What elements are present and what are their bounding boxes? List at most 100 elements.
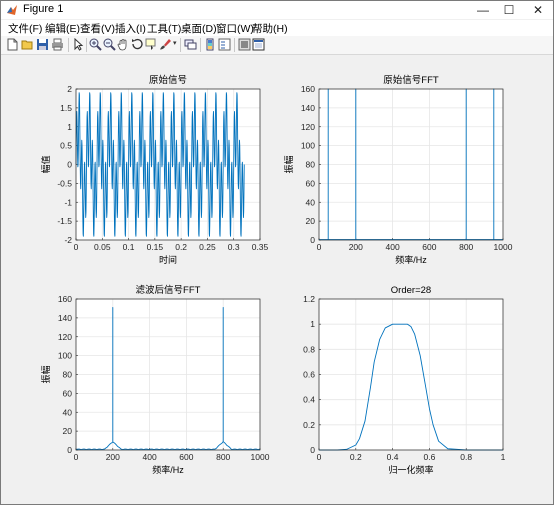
maximize-button[interactable]: ☐ [496, 1, 522, 19]
y-tick-label: 0.4 [303, 395, 315, 405]
menu-file[interactable]: 文件(F) [8, 21, 42, 36]
y-tick-label: 60 [306, 178, 316, 188]
y-tick-label: 100 [301, 141, 315, 151]
brush-icon[interactable] [159, 38, 172, 51]
y-tick-label: -1 [64, 197, 72, 207]
x-tick-label: 0.2 [350, 452, 362, 462]
menu-window[interactable]: 窗口(W) [216, 21, 254, 36]
y-axis-label: 幅值 [40, 155, 51, 173]
toolbar-separator [200, 38, 201, 52]
show-plot-tools-icon[interactable] [252, 38, 265, 51]
x-axis-label: 频率/Hz [395, 254, 427, 265]
x-tick-label: 200 [106, 452, 120, 462]
x-tick-label: 0 [74, 242, 79, 252]
y-tick-label: 0.5 [60, 141, 72, 151]
close-icon: ✕ [532, 3, 544, 17]
x-axis-label: 时间 [159, 254, 177, 265]
y-tick-label: 0 [67, 445, 72, 455]
y-tick-label: 80 [63, 370, 73, 380]
y-tick-label: 1.5 [60, 103, 72, 113]
x-tick-label: 0.6 [423, 452, 435, 462]
save-icon[interactable] [36, 38, 49, 51]
x-tick-label: 0.25 [199, 242, 216, 252]
y-tick-label: 20 [63, 426, 73, 436]
menu-view[interactable]: 查看(V) [80, 21, 115, 36]
x-tick-label: 400 [386, 242, 400, 252]
zoom-out-icon[interactable] [103, 38, 116, 51]
open-file-icon[interactable] [21, 38, 34, 51]
x-tick-label: 0.3 [228, 242, 240, 252]
link-axes-icon[interactable] [184, 38, 197, 51]
y-tick-label: 0 [67, 160, 72, 170]
x-tick-label: 600 [179, 452, 193, 462]
hide-plot-tools-icon[interactable] [238, 38, 251, 51]
pan-hand-icon[interactable] [117, 38, 130, 51]
y-tick-label: 2 [67, 84, 72, 94]
x-tick-label: 600 [422, 242, 436, 252]
y-tick-label: 1 [310, 319, 315, 329]
x-tick-label: 0.35 [252, 242, 269, 252]
x-tick-label: 200 [349, 242, 363, 252]
chart-3: 0 200 400 600 800 1000 0 20 40 60 80 100 120 140 160 滤波… [40, 284, 270, 475]
menu-tools[interactable]: 工具(T) [147, 21, 181, 36]
select-arrow-icon[interactable] [72, 38, 85, 51]
menu-help[interactable]: 帮助(H) [252, 21, 288, 36]
minimize-icon: — [477, 3, 489, 17]
x-tick-label: 0.8 [460, 452, 472, 462]
print-icon[interactable] [51, 38, 64, 51]
chevron-down-icon[interactable]: ▾ [173, 39, 177, 47]
x-tick-label: 0.05 [94, 242, 111, 252]
title-bar: Figure 1 — ☐ ✕ [1, 1, 553, 19]
chart-1: 0 0.05 0.1 0.15 0.2 0.25 0.3 0.35 -2 -1.5 -1 -0.5 0 0… [40, 74, 269, 265]
x-axis-label: 频率/Hz [152, 464, 184, 475]
toolbar-separator [68, 38, 69, 52]
y-tick-label: -0.5 [57, 178, 72, 188]
y-tick-label: 140 [58, 313, 72, 323]
chart-2: 0 200 400 600 800 1000 0 20 40 60 80 100 120 140 160 原始… [283, 74, 513, 265]
menu-insert[interactable]: 插入(I) [115, 21, 146, 36]
x-tick-label: 0.2 [175, 242, 187, 252]
figure-window: Figure 1 — ☐ ✕ 文件(F) 编辑(E) 查看(V) 插入(I) 工… [0, 0, 554, 505]
figure-canvas: 0 0.05 0.1 0.15 0.2 0.25 0.3 0.35 -2 -1.5 -1 -0.5 0 0… [6, 57, 548, 500]
menu-edit[interactable]: 编辑(E) [45, 21, 80, 36]
chart-title: 滤波后信号FFT [136, 284, 201, 296]
y-tick-label: -2 [64, 235, 72, 245]
x-tick-label: 800 [459, 242, 473, 252]
y-tick-label: 1 [67, 122, 72, 132]
zoom-in-icon[interactable] [89, 38, 102, 51]
menu-desktop[interactable]: 桌面(D) [181, 21, 217, 36]
legend-icon[interactable] [218, 38, 231, 51]
x-tick-label: 800 [216, 452, 230, 462]
y-tick-label: 120 [301, 122, 315, 132]
y-tick-label: 120 [58, 332, 72, 342]
y-tick-label: 0 [310, 235, 315, 245]
x-tick-label: 0 [317, 242, 322, 252]
new-figure-icon[interactable] [6, 38, 19, 51]
data-cursor-icon[interactable] [145, 38, 158, 51]
x-tick-label: 1000 [251, 452, 270, 462]
x-tick-label: 1000 [494, 242, 513, 252]
x-tick-label: 0 [317, 452, 322, 462]
y-tick-label: 60 [63, 388, 73, 398]
y-tick-label: 40 [63, 407, 73, 417]
y-tick-label: 40 [306, 197, 316, 207]
colorbar-icon[interactable] [204, 38, 217, 51]
minimize-button[interactable]: — [470, 1, 496, 19]
y-tick-label: 160 [58, 294, 72, 304]
y-tick-label: 1.2 [303, 294, 315, 304]
figure-toolbar: ▾ [1, 36, 553, 55]
toolbar-separator [234, 38, 235, 52]
y-tick-label: 160 [301, 84, 315, 94]
y-tick-label: 0.6 [303, 370, 315, 380]
x-tick-label: 0.15 [147, 242, 164, 252]
maximize-icon: ☐ [503, 3, 515, 17]
y-tick-label: 80 [306, 160, 316, 170]
x-tick-label: 400 [143, 452, 157, 462]
chart-title: 原始信号FFT [383, 74, 439, 86]
x-tick-label: 1 [501, 452, 506, 462]
y-axis-label: 振幅 [283, 155, 294, 173]
window-title: Figure 1 [23, 3, 64, 15]
rotate-3d-icon[interactable] [131, 38, 144, 51]
close-button[interactable]: ✕ [525, 1, 551, 19]
x-tick-label: 0.4 [387, 452, 399, 462]
